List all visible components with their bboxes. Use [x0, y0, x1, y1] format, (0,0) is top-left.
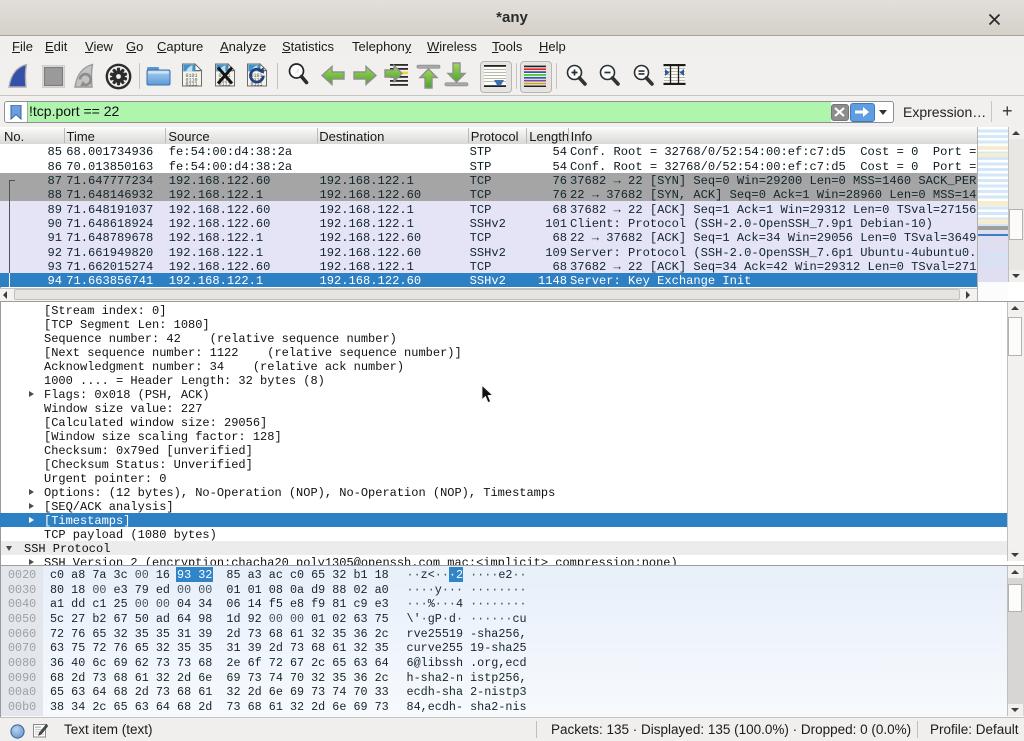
svg-text:0111: 0111 — [186, 82, 198, 88]
